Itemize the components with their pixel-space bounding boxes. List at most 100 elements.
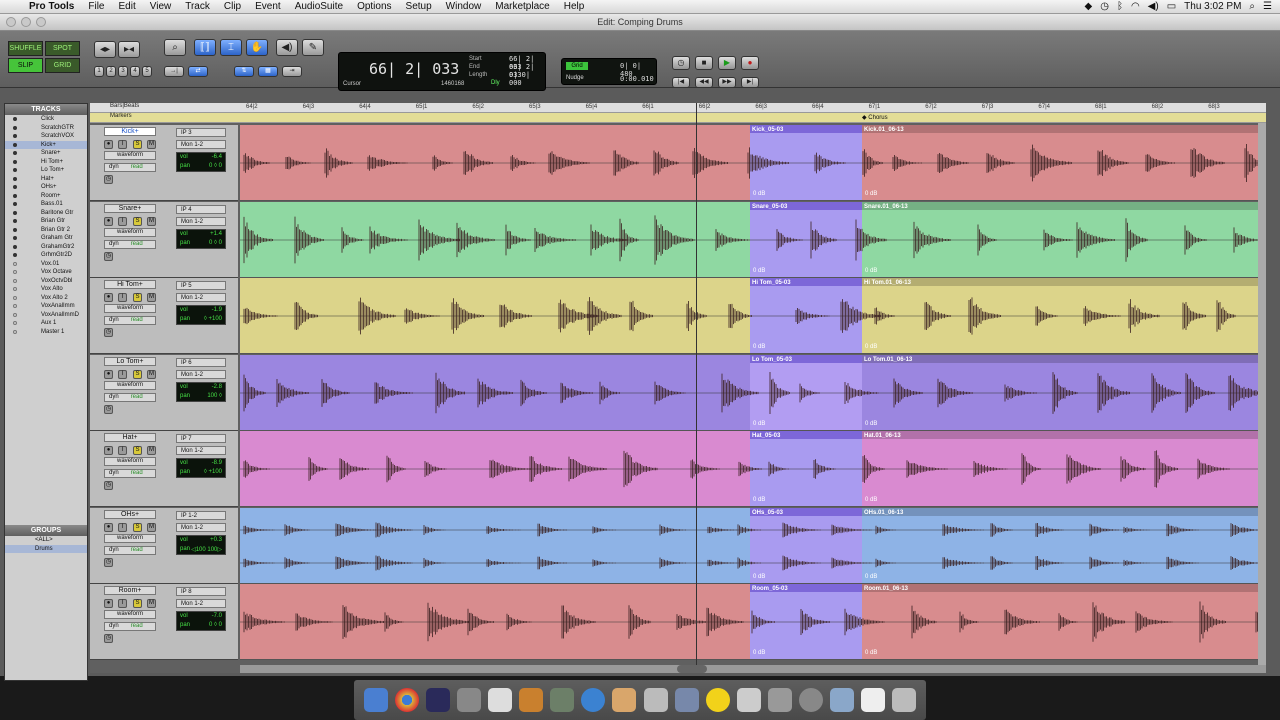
track-playlist-lane[interactable]: Hat_05-03 Hat.01_06-13 0 dB 0 dB [240, 431, 1266, 507]
clip-name-label[interactable]: Lo Tom.01_06-13 [864, 357, 912, 363]
solo-button[interactable]: S [133, 522, 142, 532]
grabber-tool-icon[interactable]: ✋ [246, 39, 268, 56]
tracks-list-item[interactable]: Click [5, 115, 87, 124]
menu-file[interactable]: File [81, 1, 111, 12]
mirror-midi-button[interactable]: ▦ [258, 66, 278, 77]
clip-gain-label[interactable]: 0 dB [753, 574, 765, 580]
dly-button[interactable]: Dly [491, 80, 500, 86]
solo-button[interactable]: S [133, 446, 142, 455]
tracks-list-item[interactable]: GrhmGtr2D [5, 251, 87, 260]
menu-window[interactable]: Window [439, 1, 489, 12]
track-name[interactable]: Hat+ [104, 433, 156, 442]
tracks-list-item[interactable]: VoxAnalImmD [5, 311, 87, 320]
volume-pan-display[interactable]: vol +1.4 pan 0 ◊ 0 [176, 228, 226, 249]
input-monitor-button[interactable]: I [118, 369, 127, 379]
track-show-hide-icon[interactable] [13, 253, 17, 257]
grid-button[interactable]: Grid [566, 62, 588, 70]
main-counter[interactable]: 66| 2| 033 Start 66| 2| 033 End 66| 2| 0… [338, 52, 546, 91]
tracks-list-item[interactable]: Baritone Gtr [5, 209, 87, 218]
script-editor-dock-icon[interactable] [674, 688, 699, 712]
track-input-selector[interactable]: IP 7 [176, 434, 226, 443]
track-show-hide-icon[interactable] [13, 295, 17, 300]
track-output-selector[interactable]: Mon 1-2 [176, 522, 226, 532]
track-show-hide-icon[interactable] [13, 278, 17, 283]
record-arm-button[interactable]: ● [104, 140, 113, 149]
tracks-list-item[interactable]: GrahamGtr2 [5, 243, 87, 252]
track-show-hide-icon[interactable] [13, 151, 17, 155]
clip-name-label[interactable]: Kick_05-03 [752, 127, 783, 133]
record-button[interactable]: ● [741, 56, 759, 70]
clip-gain-label[interactable]: 0 dB [753, 650, 765, 656]
cyberduck-dock-icon[interactable] [705, 688, 730, 712]
track-show-hide-icon[interactable] [13, 202, 17, 206]
mute-button[interactable]: M [147, 140, 156, 149]
group-item-drums[interactable]: Drums [5, 544, 87, 553]
menu-edit[interactable]: Edit [112, 1, 143, 12]
track-view-selector[interactable]: waveform [104, 227, 156, 237]
zoom-in-horizontal-button[interactable]: ▸◂ [118, 41, 140, 58]
trim-tool-icon[interactable]: ⟦⟧ [194, 39, 216, 56]
menu-audiosuite[interactable]: AudioSuite [288, 1, 350, 12]
clip-name-label[interactable]: Hat.01_06-13 [864, 433, 901, 439]
mute-button[interactable]: M [147, 216, 156, 226]
record-arm-button[interactable]: ● [104, 446, 113, 455]
clip-gain-label[interactable]: 0 dB [865, 344, 877, 350]
tracks-list-item[interactable]: Vox Octave [5, 268, 87, 277]
track-input-selector[interactable]: IP 3 [176, 128, 226, 137]
tracks-list-item[interactable]: Vox Alto 2 [5, 294, 87, 303]
scrubber-tool-icon[interactable]: ◀) [276, 39, 298, 56]
solo-button[interactable]: S [133, 369, 142, 379]
solo-button[interactable]: S [133, 216, 142, 226]
zoom-out-horizontal-button[interactable]: ◂▸ [94, 41, 116, 58]
battery-icon[interactable]: ▭ [1167, 1, 1176, 12]
record-arm-button[interactable]: ● [104, 293, 113, 302]
stop-button[interactable]: ■ [695, 56, 713, 70]
volume-pan-display[interactable]: vol +0.3 pan ◁100 100▷ [176, 534, 226, 555]
tracks-list-item[interactable]: Room+ [5, 192, 87, 201]
menu-event[interactable]: Event [248, 1, 288, 12]
menu-help[interactable]: Help [557, 1, 592, 12]
menu-setup[interactable]: Setup [399, 1, 439, 12]
track-playlist-lane[interactable]: Room_05-03 Room.01_06-13 0 dB 0 dB [240, 584, 1266, 660]
tracks-list-item[interactable]: Aux 1 [5, 319, 87, 328]
tracks-list-item[interactable]: ScratchVOX [5, 132, 87, 141]
spot-mode-button[interactable]: SPOT [45, 41, 80, 56]
record-arm-button[interactable]: ● [104, 522, 113, 532]
track-input-selector[interactable]: IP 5 [176, 281, 226, 290]
automation-mode-selector[interactable]: dyn read [104, 163, 156, 172]
track-show-hide-icon[interactable] [13, 142, 17, 147]
itunes-dock-icon[interactable] [581, 688, 606, 712]
solo-button[interactable]: S [133, 293, 142, 302]
clip-gain-label[interactable]: 0 dB [753, 421, 765, 427]
track-show-hide-icon[interactable] [13, 287, 17, 291]
tab-to-transient-button[interactable]: →| [164, 66, 184, 77]
menu-clip[interactable]: Clip [217, 1, 248, 12]
clip-gain-label[interactable]: 0 dB [865, 574, 877, 580]
tracks-list-item[interactable]: VoxOctvDbl [5, 277, 87, 286]
track-show-hide-icon[interactable] [13, 261, 17, 266]
zoom-preset-4[interactable]: 4 [130, 66, 140, 77]
finder-dock-icon[interactable] [363, 688, 388, 712]
scrollbar-thumb[interactable] [677, 665, 707, 673]
zoom-preset-5[interactable]: 5 [142, 66, 152, 77]
clip-name-label[interactable]: Lo Tom_05-03 [752, 357, 792, 363]
track-output-selector[interactable]: Mon 1-2 [176, 140, 226, 149]
nudge-value[interactable]: 0:00.010 [620, 75, 654, 83]
tracks-list-item[interactable]: Snare+ [5, 149, 87, 158]
link-track-edit-button[interactable]: ⇅ [234, 66, 254, 77]
track-show-hide-icon[interactable] [13, 329, 17, 334]
tracks-list-item[interactable]: ScratchGTR [5, 124, 87, 133]
input-monitor-button[interactable]: I [118, 599, 127, 608]
tracks-list-item[interactable]: VoxAnalImm [5, 302, 87, 311]
track-output-selector[interactable]: Mon 1-2 [176, 293, 226, 302]
clip-name-label[interactable]: OHs.01_06-13 [864, 510, 903, 516]
input-monitor-button[interactable]: I [118, 140, 127, 149]
play-button[interactable]: ▶ [718, 56, 736, 70]
automation-mode-selector[interactable]: dyn read [104, 316, 156, 325]
track-show-hide-icon[interactable] [13, 270, 17, 274]
record-arm-button[interactable]: ● [104, 599, 113, 608]
clip-gain-label[interactable]: 0 dB [753, 344, 765, 350]
calculator-dock-icon[interactable] [736, 688, 761, 712]
track-playlist-lane[interactable]: Snare_05-03 Snare.01_06-13 0 dB 0 dB [240, 201, 1266, 278]
tracks-list-item[interactable]: Lo Tom+ [5, 166, 87, 175]
